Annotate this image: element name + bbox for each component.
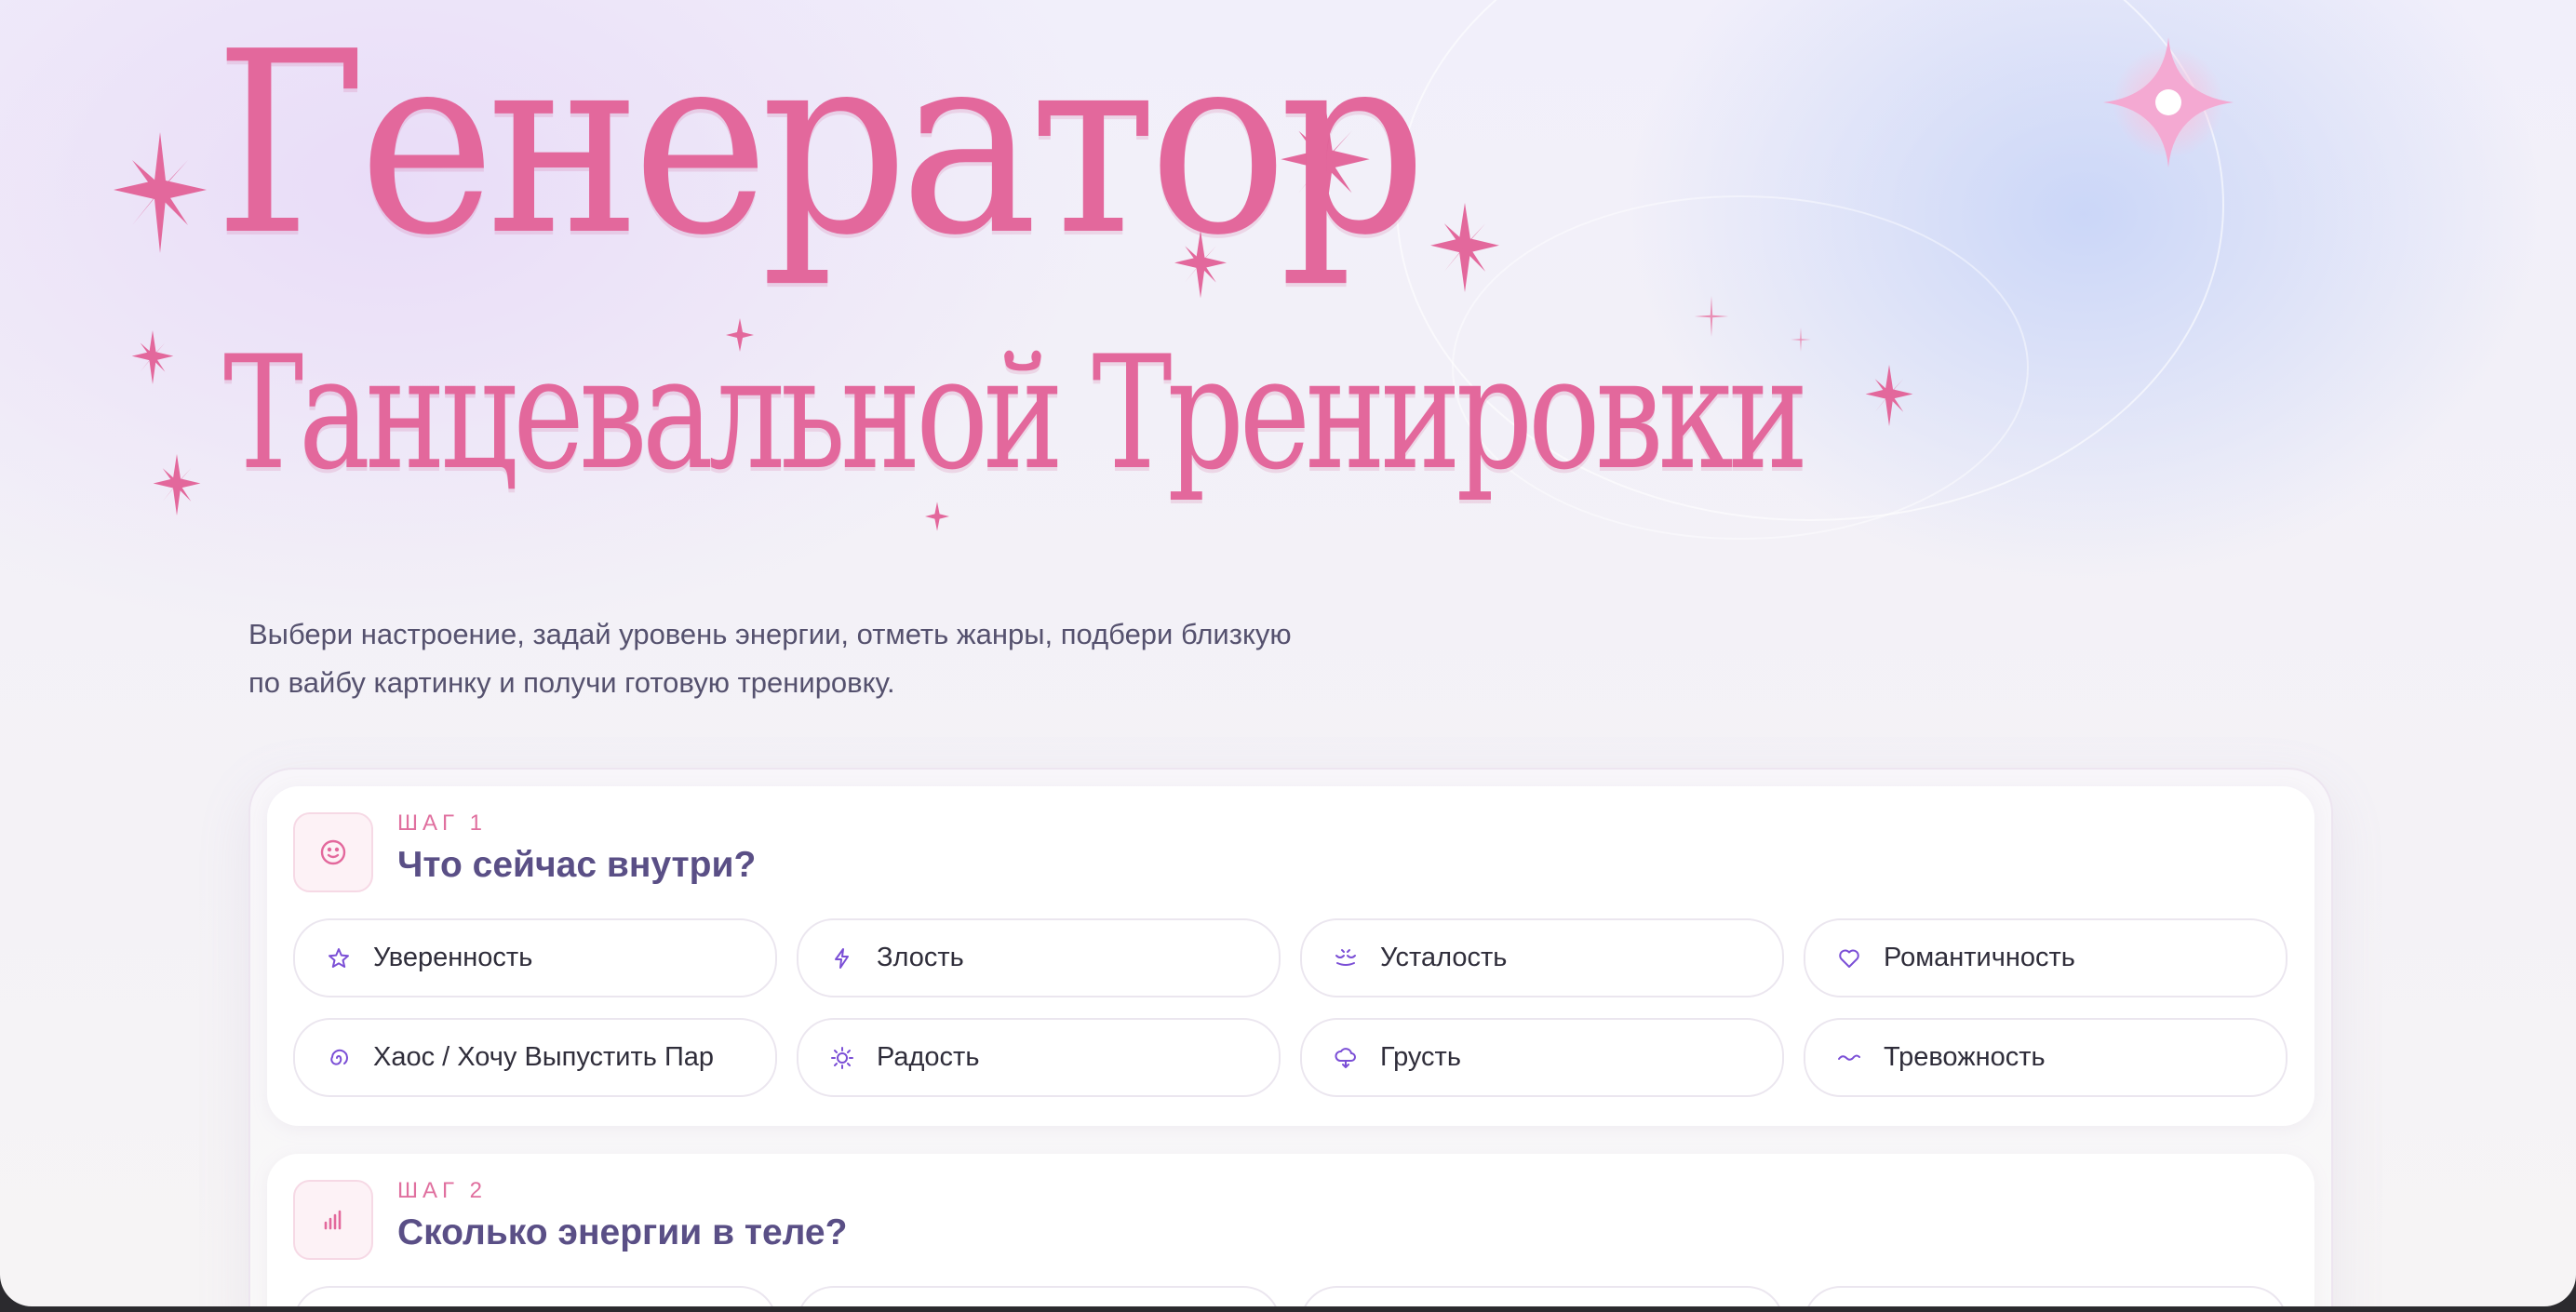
chip-label: Тревожность — [1884, 1042, 2046, 1072]
step-1-card: ШАГ 1 Что сейчас внутри? Уверенность Зло… — [267, 786, 2314, 1126]
chip-label: Уверенность — [373, 943, 533, 972]
energy-option[interactable] — [797, 1286, 1281, 1306]
step-2-card: ШАГ 2 Сколько энергии в теле? — [267, 1154, 2314, 1306]
wave-icon — [1835, 1044, 1863, 1072]
star-burst-icon — [114, 132, 207, 253]
page-title-line-1: Генератор — [214, 0, 1428, 290]
mood-options: Уверенность Злость Усталость Романтичнос… — [293, 918, 2288, 1097]
mood-option-anger[interactable]: Злость — [797, 918, 1281, 997]
chip-label: Хаос / Хочу Выпустить Пар — [373, 1042, 715, 1072]
star-burst-icon — [153, 454, 201, 515]
energy-option[interactable] — [1300, 1286, 1784, 1306]
star-burst-icon — [1865, 365, 1913, 426]
energy-options — [293, 1286, 2288, 1306]
mood-option-romance[interactable]: Романтичность — [1804, 918, 2288, 997]
page-subtitle: Выбери настроение, задай уровень энергии… — [248, 610, 1421, 707]
star-burst-icon — [131, 330, 174, 384]
bar-chart-icon — [293, 1180, 373, 1260]
step-title: Сколько энергии в теле? — [397, 1212, 848, 1252]
spiral-icon — [325, 1044, 353, 1072]
smile-icon — [293, 812, 373, 892]
sun-icon — [828, 1044, 856, 1072]
step-label: ШАГ 2 — [397, 1178, 488, 1203]
energy-option[interactable] — [1804, 1286, 2288, 1306]
rain-cloud-icon — [1332, 1044, 1360, 1072]
step-title: Что сейчас внутри? — [397, 845, 757, 885]
star-icon — [325, 944, 353, 972]
mood-option-tiredness[interactable]: Усталость — [1300, 918, 1784, 997]
page-title: Генератор Танцевальной Тренировки — [214, 0, 1808, 492]
chip-label: Радость — [877, 1042, 980, 1072]
closed-eyes-icon — [1332, 944, 1360, 972]
subtitle-line-2: по вайбу картинку и получи готовую трени… — [248, 666, 895, 699]
lightning-icon — [828, 944, 856, 972]
chip-label: Грусть — [1380, 1042, 1461, 1072]
chip-label: Романтичность — [1884, 943, 2075, 972]
twinkle-icon — [925, 502, 949, 531]
heart-icon — [1835, 944, 1863, 972]
chip-label: Злость — [877, 943, 964, 972]
app-window: Генератор Танцевальной Тренировки Выбери… — [0, 0, 2576, 1306]
page-title-line-2: Танцевальной Тренировки — [223, 322, 1808, 504]
mood-option-joy[interactable]: Радость — [797, 1018, 1281, 1097]
mood-option-confidence[interactable]: Уверенность — [293, 918, 777, 997]
chip-label: Усталость — [1380, 943, 1508, 972]
glow-sparkle-icon — [2103, 37, 2234, 167]
energy-option[interactable] — [293, 1286, 777, 1306]
mood-option-sadness[interactable]: Грусть — [1300, 1018, 1784, 1097]
mood-option-chaos[interactable]: Хаос / Хочу Выпустить Пар — [293, 1018, 777, 1097]
subtitle-line-1: Выбери настроение, задай уровень энергии… — [248, 618, 1292, 650]
step-label: ШАГ 1 — [397, 810, 488, 836]
mood-option-anxiety[interactable]: Тревожность — [1804, 1018, 2288, 1097]
